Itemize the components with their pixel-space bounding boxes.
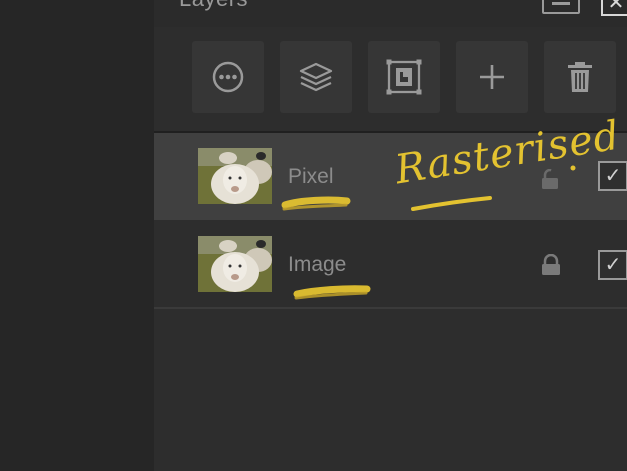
- lock-icon[interactable]: [540, 254, 562, 276]
- layer-thumbnail: [198, 148, 272, 204]
- panel-header: Layers ✕: [154, 0, 627, 27]
- more-options-icon: [212, 61, 244, 93]
- more-options-button[interactable]: [192, 41, 264, 113]
- trash-icon: [568, 62, 592, 92]
- add-layer-button[interactable]: [456, 41, 528, 113]
- checkmark-icon: ✓: [604, 254, 622, 276]
- canvas-area: [0, 0, 154, 471]
- layers-toolbar: [154, 27, 627, 131]
- layer-row-image[interactable]: Image ✓: [154, 220, 627, 307]
- mask-icon: [386, 59, 422, 95]
- checkmark-icon: ✓: [604, 165, 622, 187]
- panel-title: Layers: [179, 0, 248, 12]
- panel-menu-button[interactable]: [542, 0, 580, 14]
- layer-name: Pixel: [288, 165, 334, 188]
- mask-button[interactable]: [368, 41, 440, 113]
- close-icon: ✕: [607, 0, 625, 14]
- layer-stack-icon: [299, 62, 333, 92]
- visibility-checkbox[interactable]: ✓: [598, 250, 627, 280]
- layer-thumbnail: [198, 236, 272, 292]
- add-icon: [480, 65, 504, 89]
- delete-layer-button[interactable]: [544, 41, 616, 113]
- layers-list-bottom-border: [154, 307, 627, 309]
- visibility-checkbox[interactable]: ✓: [598, 161, 627, 191]
- unlock-icon[interactable]: [540, 169, 562, 189]
- layer-stack-button[interactable]: [280, 41, 352, 113]
- layers-panel: Layers ✕: [154, 0, 627, 471]
- layer-row-pixel[interactable]: Pixel ✓: [154, 133, 627, 220]
- close-button[interactable]: ✕: [601, 0, 627, 16]
- layer-name: Image: [288, 253, 347, 276]
